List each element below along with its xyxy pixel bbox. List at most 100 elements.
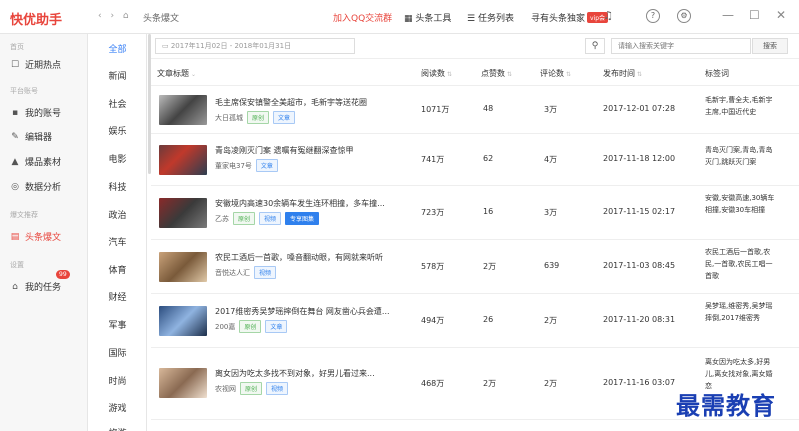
toolbox-button[interactable]: ▦ 头条工具 [404, 11, 451, 24]
search-input[interactable] [611, 38, 751, 54]
like-count: 62 [483, 154, 494, 163]
sidebar-item-materials[interactable]: ▲ 爆品素材 [10, 155, 61, 169]
column-header-likes[interactable]: 点赞数 ⇅ [481, 68, 512, 79]
category-list: 全部 新闻 社会 娱乐 电影 科技 政治 汽车 体育 财经 军事 国际 时尚 游… [88, 34, 147, 431]
nav-buttons[interactable]: ‹ › ⌂ [98, 11, 132, 21]
sidebar-item-my-accounts[interactable]: ▪ 我的账号 [10, 106, 61, 120]
category-item[interactable]: 全部 [88, 42, 147, 55]
keywords: 毛新宇,曹全夫,毛新宇主席,中国近代史 [705, 96, 773, 116]
tag-type: 文章 [255, 159, 278, 172]
bell-icon[interactable]: ♫ [601, 9, 615, 23]
article-thumbnail[interactable] [159, 368, 207, 398]
task-list-button[interactable]: ☰ 任务列表 [467, 11, 514, 24]
article-thumbnail[interactable] [159, 198, 207, 228]
article-title[interactable]: 安徽境内高速30余辆车发生连环相撞，多车撞... [215, 198, 385, 209]
article-thumbnail[interactable] [159, 95, 207, 125]
table-row[interactable]: 安徽境内高速30余辆车发生连环相撞，多车撞... 乙苏 原创 视频 专享图集 723万… [151, 186, 799, 240]
sort-icon: ⇅ [447, 71, 453, 78]
article-meta: 大日孤城 原创 文章 [215, 111, 296, 124]
article-title[interactable]: 2017维密秀吴梦瑶摔倒在舞台 网友凿心兵会遭... [215, 306, 390, 317]
watermark-text: 最需教育 [676, 391, 776, 420]
sidebar-item-editor[interactable]: ✎ 编辑器 [10, 130, 52, 144]
column-header-time[interactable]: 发布时间 ⇅ [603, 68, 642, 79]
app-logo: 快优助手 [10, 13, 63, 28]
read-count: 741万 [421, 155, 445, 164]
breadcrumb: 头条爆文 [143, 14, 180, 24]
publish-time: 2017-12-01 07:28 [603, 104, 676, 113]
tag-type: 视频 [259, 212, 282, 225]
table-row[interactable]: 农民工酒后一首歌，嗓音翻动眼，有网就来听听 音悦达人汇 视频 578万 2万 63… [151, 240, 799, 294]
category-item[interactable]: 体育 [88, 263, 147, 276]
category-item[interactable]: 新闻 [88, 69, 147, 82]
comment-count: 2万 [544, 379, 558, 388]
read-count: 1071万 [421, 105, 450, 114]
sidebar-item-analytics[interactable]: ◎ 数据分析 [10, 180, 61, 194]
category-item[interactable]: 财经 [88, 290, 147, 303]
sidebar-item-trending[interactable]: ☐ 近期热点 [10, 58, 61, 72]
table-row[interactable]: 青岛凌刚灭门案 遗嘱有冤继翻深查惊甲 董家电37号 文章 741万 62 4万 2… [151, 134, 799, 186]
vip-button[interactable]: 寻有头条独家 vip会 [531, 11, 609, 24]
keywords: 吴梦瑶,维密秀,吴梦瑶摔倒,2017维密秀 [705, 302, 773, 322]
tag-type: 视频 [266, 382, 289, 395]
category-item[interactable]: 军事 [88, 318, 147, 331]
article-title[interactable]: 离女因为吃太多找不到对象，好男儿看过来... [215, 368, 375, 379]
category-item[interactable]: 汽车 [88, 235, 147, 248]
publish-time: 2017-11-03 08:45 [603, 261, 676, 270]
sidebar-section-settings: 设置 [10, 261, 24, 269]
maximize-button[interactable]: ☐ [749, 8, 760, 22]
article-title[interactable]: 毛主席保安镇警全美超市，毛新宇等送花圈 [215, 97, 367, 108]
category-item[interactable]: 旅游 [88, 426, 147, 431]
article-title[interactable]: 青岛凌刚灭门案 遗嘱有冤继翻深查惊甲 [215, 145, 354, 156]
category-item[interactable]: 时尚 [88, 374, 147, 387]
category-item[interactable]: 电影 [88, 152, 147, 165]
sidebar-section-hot: 爆文推荐 [10, 211, 38, 219]
category-item[interactable]: 游戏 [88, 401, 147, 414]
edit-icon: ✎ [11, 131, 19, 142]
article-title[interactable]: 农民工酒后一首歌，嗓音翻动眼，有网就来听听 [215, 252, 383, 263]
like-count: 2万 [483, 379, 497, 388]
keywords: 安徽,安徽高速,30辆车相撞,安徽30车相撞 [705, 194, 775, 214]
article-thumbnail[interactable] [159, 306, 207, 336]
tag-type: 文章 [273, 111, 296, 124]
read-count: 468万 [421, 379, 445, 388]
comment-count: 639 [544, 261, 560, 270]
column-header-reads[interactable]: 阅读数 ⇅ [421, 68, 452, 79]
article-thumbnail[interactable] [159, 252, 207, 282]
like-count: 2万 [483, 262, 497, 271]
category-item[interactable]: 娱乐 [88, 124, 147, 137]
publish-time: 2017-11-20 08:31 [603, 315, 676, 324]
read-count: 578万 [421, 262, 445, 271]
article-meta: 乙苏 原创 视频 专享图集 [215, 212, 320, 225]
close-button[interactable]: ✕ [776, 8, 786, 22]
tag-type: 视频 [254, 266, 277, 279]
sidebar-item-hot-articles[interactable]: ▤ 头条爆文 [10, 230, 61, 244]
tag-type: 文章 [265, 320, 288, 333]
tag-original: 原创 [233, 212, 256, 225]
tag-original: 原创 [247, 111, 270, 124]
table-row[interactable]: 毛主席保安镇警全美超市，毛新宇等送花圈 大日孤城 原创 文章 1071万 48 3万… [151, 86, 799, 134]
read-count: 494万 [421, 316, 445, 325]
article-thumbnail[interactable] [159, 145, 207, 175]
column-header-comments[interactable]: 评论数 ⇅ [540, 68, 571, 79]
list-icon: ☰ [467, 14, 478, 24]
category-item[interactable]: 科技 [88, 180, 147, 193]
date-range-picker[interactable]: ▭ 2017年11月02日 - 2018年01月31日 [155, 38, 355, 54]
category-item[interactable]: 国际 [88, 346, 147, 359]
calendar-icon: ▭ [162, 42, 171, 50]
sidebar-item-my-tasks[interactable]: ⌂ 我的任务 [10, 280, 61, 294]
column-header-title[interactable]: 文章标题 ⌄ [157, 68, 196, 79]
minimize-button[interactable]: — [722, 8, 734, 22]
home-icon: ▲ [11, 156, 19, 167]
sort-icon: ⌄ [191, 71, 197, 78]
search-icon[interactable]: ⚲ [585, 38, 605, 54]
grid-icon: ▪ [11, 107, 19, 118]
help-icon[interactable]: ? [646, 9, 660, 23]
column-header-keywords: 标签词 [705, 69, 729, 78]
category-item[interactable]: 社会 [88, 97, 147, 110]
table-row[interactable]: 2017维密秀吴梦瑶摔倒在舞台 网友凿心兵会遭... 200嘉 原创 文章 494万… [151, 294, 799, 348]
settings-icon[interactable]: ⚙ [677, 9, 691, 23]
filter-bar: ▭ 2017年11月02日 - 2018年01月31日 ⚲ 搜索 [151, 34, 799, 59]
category-item[interactable]: 政治 [88, 208, 147, 221]
search-button[interactable]: 搜索 [752, 38, 788, 54]
join-qq-group-link[interactable]: 加入QQ交流群 [333, 11, 392, 24]
